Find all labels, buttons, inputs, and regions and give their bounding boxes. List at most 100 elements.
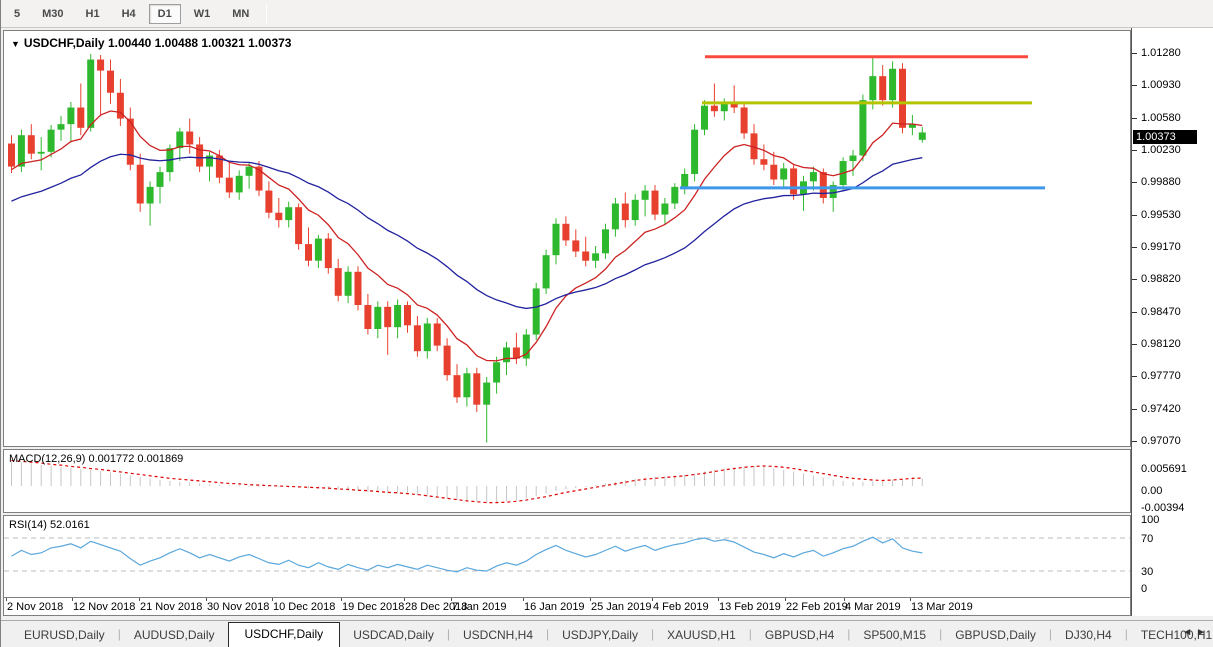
timeframe-button-h4[interactable]: H4 [113, 4, 145, 24]
candle [908, 114, 916, 136]
timeframe-button-w1[interactable]: W1 [185, 4, 220, 24]
macd-panel[interactable]: MACD(12,26,9) 0.001772 0.001869 [3, 449, 1131, 513]
price-axis-label: 1.00580 [1141, 111, 1181, 124]
candle [592, 245, 600, 269]
candle [750, 124, 758, 165]
price-axis-label: 0.98120 [1141, 337, 1181, 350]
candle [512, 332, 520, 365]
price-axis-label: 0.99880 [1141, 176, 1181, 189]
candle [710, 83, 718, 117]
candle [433, 317, 441, 352]
price-axis[interactable]: 1.00373 1.01280 1.00930 1.00580 1.00230 0.99… [1131, 28, 1213, 616]
candle [344, 266, 352, 304]
candle [552, 218, 560, 265]
timeframe-button-h1[interactable]: H1 [77, 4, 109, 24]
date-tick-label: 4 Feb 2019 [653, 601, 709, 613]
candle [740, 101, 748, 139]
candle [295, 203, 303, 250]
candlestick-plot[interactable] [4, 31, 1130, 446]
rsi-name: RSI(14) [9, 519, 47, 531]
chart-tab-sp500[interactable]: SP500,M15 [850, 624, 939, 647]
timeframe-button-d1[interactable]: D1 [148, 3, 181, 24]
rsi-axis-label: 0 [1141, 583, 1148, 595]
candle [562, 216, 570, 246]
date-tick-label: 30 Nov 2018 [207, 601, 270, 613]
date-tick-label: 10 Dec 2018 [273, 601, 336, 613]
candle [631, 194, 639, 226]
timeframe-button-mn[interactable]: MN [223, 4, 258, 24]
date-tick-label: 21 Nov 2018 [140, 601, 203, 613]
price-axis-tick [1132, 214, 1137, 216]
candle [463, 367, 471, 407]
chart-tab-dj30[interactable]: DJ30,H4 [1052, 624, 1125, 647]
candle [196, 137, 204, 173]
candle [17, 129, 25, 173]
date-tick-label: 2 Nov 2018 [7, 601, 64, 613]
price-axis-label: 0.99170 [1141, 240, 1181, 253]
macd-axis-label: 0.005691 [1141, 463, 1187, 475]
chart-tab-eurusd[interactable]: EURUSD,Daily [11, 624, 118, 647]
price-axis-label: 0.98470 [1141, 305, 1181, 318]
timeframe-toolbar: 5 M30 H1 H4 D1 W1 MN [1, 0, 1213, 28]
macd-axis-label: 0.00 [1141, 485, 1163, 497]
candle [611, 197, 619, 237]
candle [651, 185, 659, 221]
candle [305, 227, 312, 267]
price-axis-label: 1.00230 [1141, 143, 1181, 156]
candle [97, 54, 105, 115]
candle [156, 166, 164, 204]
candle [879, 65, 887, 106]
candle [136, 153, 144, 212]
price-chart-panel[interactable]: ▼ USDCHF,Daily 1.00440 1.00488 1.00321 1.… [3, 30, 1131, 447]
price-axis-label: 0.99530 [1141, 208, 1181, 221]
rsi-axis-label: 70 [1141, 533, 1154, 545]
chart-dropdown-icon[interactable]: ▼ [11, 39, 20, 49]
candle [206, 151, 213, 182]
chart-tab-gbpusd[interactable]: GBPUSD,Daily [942, 624, 1049, 647]
candle [107, 59, 114, 104]
candle [404, 301, 411, 333]
chart-title: ▼ USDCHF,Daily 1.00440 1.00488 1.00321 1.… [11, 36, 291, 50]
rsi-value: 52.0161 [49, 519, 90, 531]
candle [324, 233, 332, 274]
candle [67, 101, 75, 143]
chart-tab-usdchf[interactable]: USDCHF,Daily [227, 622, 341, 647]
candle [621, 192, 629, 228]
candle [423, 317, 431, 359]
candle [354, 266, 362, 311]
price-axis-tick [1132, 182, 1137, 184]
chart-tab-xauusd[interactable]: XAUUSD,H1 [654, 624, 749, 647]
candle [176, 127, 184, 162]
price-axis-label: 1.00930 [1141, 79, 1181, 92]
date-tick-label: 12 Nov 2018 [73, 601, 136, 613]
candle [849, 149, 857, 176]
chart-tab-audusd[interactable]: AUDUSD,Daily [121, 624, 228, 647]
date-tick-label: 16 Jan 2019 [524, 601, 585, 613]
candle [87, 54, 95, 132]
candle [473, 367, 481, 413]
tabs-scroll-right-icon[interactable]: ► [1196, 627, 1210, 638]
price-axis-label: 0.97420 [1141, 402, 1181, 415]
rsi-axis-label: 30 [1141, 566, 1154, 578]
timeframe-button-5[interactable]: 5 [5, 4, 29, 24]
chart-tab-usdjpy[interactable]: USDJPY,Daily [549, 624, 651, 647]
date-axis[interactable]: 2 Nov 2018 12 Nov 2018 21 Nov 2018 30 Nov 2… [3, 598, 1131, 616]
price-axis-label: 0.97070 [1141, 434, 1181, 447]
candle [483, 376, 491, 443]
candle [334, 258, 342, 302]
timeframe-button-m30[interactable]: M30 [33, 4, 72, 24]
chart-tab-gbpusd[interactable]: GBPUSD,H4 [752, 624, 847, 647]
price-axis-tick [1132, 376, 1137, 378]
rsi-axis-label: 100 [1141, 514, 1160, 526]
macd-name: MACD(12,26,9) [9, 453, 86, 465]
chart-window: ▼ USDCHF,Daily 1.00440 1.00488 1.00321 1.… [1, 28, 1213, 620]
candle [374, 301, 382, 339]
chart-tab-usdcnh[interactable]: USDCNH,H4 [450, 624, 546, 647]
tabs-scroll-arrows[interactable]: ◄► [1182, 627, 1210, 638]
chart-tab-usdcad[interactable]: USDCAD,Daily [340, 624, 447, 647]
chart-tabs-bar: EURUSD,Daily | AUDUSD,Daily USDCHF,Daily USD… [1, 620, 1213, 647]
tabs-scroll-left-icon[interactable]: ◄ [1182, 627, 1196, 638]
rsi-panel[interactable]: RSI(14) 52.0161 [3, 515, 1131, 598]
candle [889, 61, 897, 108]
date-tick-label: 22 Feb 2019 [786, 601, 848, 613]
